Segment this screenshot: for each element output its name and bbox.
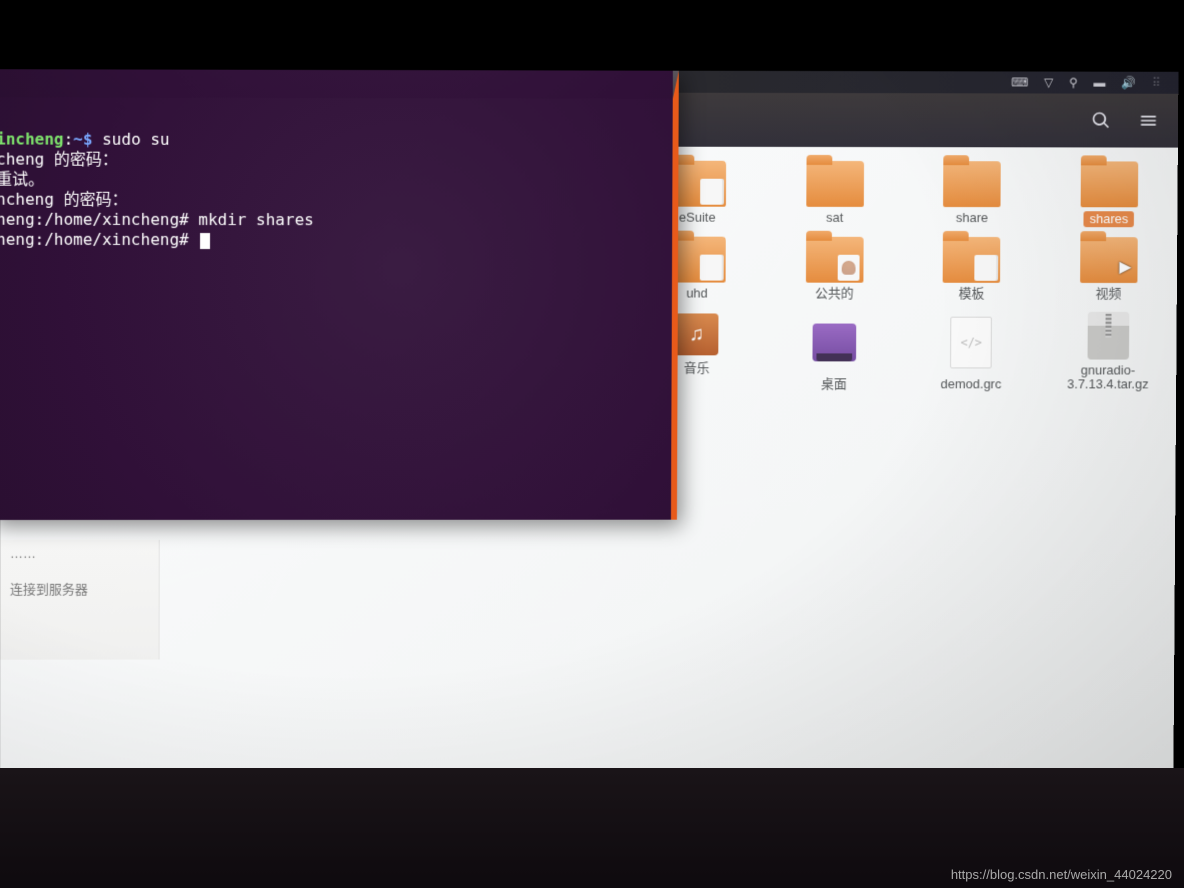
line-retry: 重试。 [0, 170, 44, 189]
icon-music-icon [675, 313, 719, 355]
folder-orange-icon [1080, 161, 1138, 207]
folder-page-icon [943, 237, 1001, 283]
prompt-user: incheng [0, 129, 64, 148]
file-label: uhd [686, 287, 708, 301]
line-password2: ncheng 的密码： [0, 190, 128, 209]
file-label: gnuradio-3.7.13.4.tar.gz [1053, 363, 1162, 391]
line-password: cheng 的密码： [0, 150, 118, 169]
file-item[interactable]: 公共的 [776, 237, 894, 301]
hamburger-icon [1138, 111, 1158, 131]
terminal-window[interactable]: incheng:~$ sudo su cheng 的密码： 重试。 ncheng… [0, 69, 679, 520]
sidebar-item-connect-server[interactable]: 连接到服务器 [10, 579, 149, 598]
file-grid: eSuite sat share shares uhd 公共的 模板 视频音乐桌面 demod.… [638, 161, 1168, 392]
icon-file-icon [950, 316, 992, 368]
file-item[interactable]: shares [1050, 161, 1168, 227]
folder-desktop-icon [812, 323, 856, 361]
file-item[interactable]: share [913, 161, 1031, 227]
folder-orange-icon [806, 161, 864, 207]
file-label: sat [826, 211, 843, 225]
file-label: 视频 [1096, 287, 1122, 301]
file-label: 桌面 [821, 377, 847, 391]
clock-icon[interactable]: ⠿ [1152, 76, 1161, 90]
search-button[interactable] [1085, 105, 1117, 137]
menu-button[interactable] [1133, 105, 1165, 137]
file-item[interactable]: 桌面 [775, 311, 893, 391]
wifi-icon[interactable]: ▽ [1044, 76, 1053, 90]
icon-archive-icon [1087, 311, 1129, 359]
sidebar-item-misc[interactable]: …… [10, 546, 149, 561]
folder-share-icon [806, 237, 864, 283]
file-item[interactable]: 模板 [913, 237, 1031, 301]
prompt-sep: : [64, 130, 74, 149]
folder-video-icon [1080, 237, 1138, 283]
battery-icon[interactable]: ▬ [1094, 76, 1106, 90]
file-label: demod.grc [941, 377, 1002, 391]
file-label: shares [1084, 211, 1135, 227]
line-prompt2: heng:/home/xincheng# [0, 230, 198, 249]
file-label: 公共的 [815, 287, 854, 301]
file-item[interactable]: 视频 [1050, 237, 1168, 301]
monitor-screen: ⌨ ▽ ⚲ ▬ 🔊 ⠿ eSuite sat share shares uhd 公共的 模板… [0, 69, 1178, 829]
prompt-path: ~$ [73, 130, 92, 149]
file-manager-sidebar: …… 连接到服务器 [0, 540, 160, 660]
keyboard-indicator-icon[interactable]: ⌨ [1011, 75, 1028, 89]
file-label: 音乐 [684, 361, 710, 375]
file-label: share [956, 211, 988, 225]
bluetooth-icon[interactable]: ⚲ [1069, 76, 1078, 90]
file-label: 模板 [959, 287, 985, 301]
file-item[interactable]: sat [776, 161, 894, 227]
search-icon [1091, 111, 1111, 131]
line-mkdir-cmd: mkdir shares [198, 210, 313, 229]
sound-icon[interactable]: 🔊 [1121, 76, 1136, 90]
folder-orange-icon [943, 161, 1001, 207]
file-label: eSuite [679, 211, 716, 225]
terminal-cursor [200, 233, 210, 249]
watermark: https://blog.csdn.net/weixin_44024220 [951, 867, 1172, 882]
terminal-body[interactable]: incheng:~$ sudo su cheng 的密码： 重试。 ncheng… [0, 127, 673, 252]
file-item[interactable]: demod.grc [912, 311, 1030, 391]
cmd-sudo: sudo su [93, 130, 170, 149]
file-item[interactable]: gnuradio-3.7.13.4.tar.gz [1049, 311, 1167, 391]
line-mkdir-prefix: heng:/home/xincheng# [0, 210, 198, 229]
